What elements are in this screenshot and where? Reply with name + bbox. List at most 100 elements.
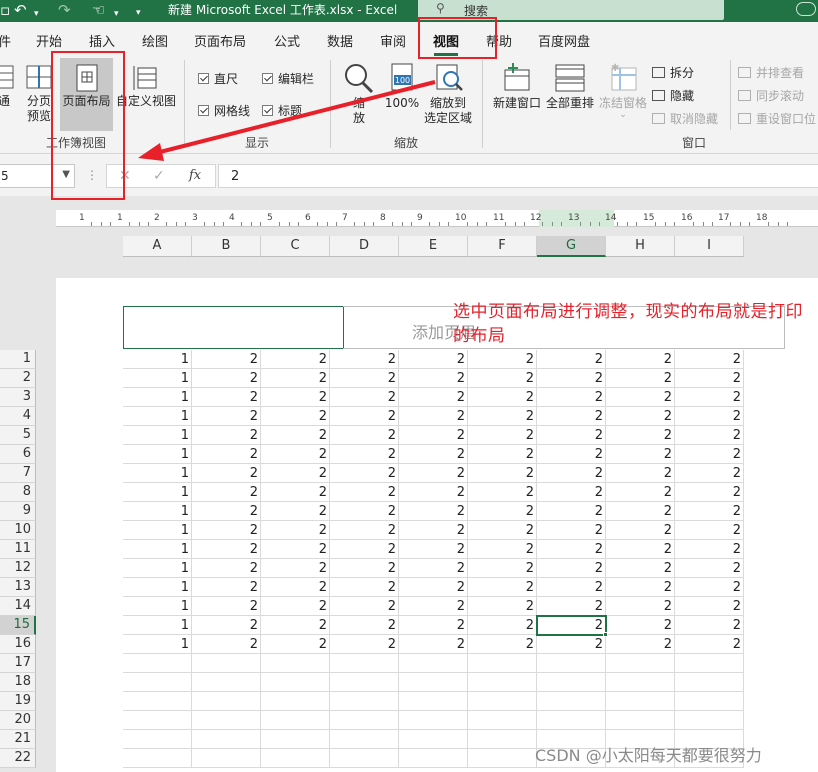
cell-F10[interactable]: 2 [468, 521, 537, 540]
cell-D15[interactable]: 2 [330, 616, 399, 635]
touch-mode-icon[interactable]: ☜ [92, 1, 105, 19]
cell-H6[interactable]: 2 [606, 445, 675, 464]
cell-E10[interactable]: 2 [399, 521, 468, 540]
reset-window-position-button[interactable]: 重设窗口位 [738, 110, 816, 127]
cell-A21[interactable] [123, 730, 192, 749]
column-header-H[interactable]: H [606, 236, 675, 257]
cell-H9[interactable]: 2 [606, 502, 675, 521]
cell-H14[interactable]: 2 [606, 597, 675, 616]
cell-D18[interactable] [330, 673, 399, 692]
cell-E13[interactable]: 2 [399, 578, 468, 597]
cell-I11[interactable]: 2 [675, 540, 744, 559]
new-window-button[interactable]: 新建窗口 [490, 62, 544, 111]
cell-H1[interactable]: 2 [606, 350, 675, 369]
cell-H17[interactable] [606, 654, 675, 673]
cell-A3[interactable]: 1 [123, 388, 192, 407]
cell-D21[interactable] [330, 730, 399, 749]
zoom-100-button[interactable]: 100 100% [384, 62, 420, 111]
cell-H11[interactable]: 2 [606, 540, 675, 559]
cell-D1[interactable]: 2 [330, 350, 399, 369]
cell-G4[interactable]: 2 [537, 407, 606, 426]
cell-C9[interactable]: 2 [261, 502, 330, 521]
cell-C8[interactable]: 2 [261, 483, 330, 502]
tab-1[interactable]: 开始 [36, 31, 62, 50]
row-header-1[interactable]: 1 [0, 350, 36, 369]
cell-D20[interactable] [330, 711, 399, 730]
row-header-3[interactable]: 3 [0, 388, 36, 407]
cell-D6[interactable]: 2 [330, 445, 399, 464]
cell-I7[interactable]: 2 [675, 464, 744, 483]
cell-A15[interactable]: 1 [123, 616, 192, 635]
cell-F2[interactable]: 2 [468, 369, 537, 388]
cell-I15[interactable]: 2 [675, 616, 744, 635]
cell-C11[interactable]: 2 [261, 540, 330, 559]
cell-B11[interactable]: 2 [192, 540, 261, 559]
cell-E11[interactable]: 2 [399, 540, 468, 559]
cell-D2[interactable]: 2 [330, 369, 399, 388]
cell-C13[interactable]: 2 [261, 578, 330, 597]
cell-C21[interactable] [261, 730, 330, 749]
undo-dropdown-icon[interactable]: ▾ [34, 5, 39, 23]
cell-E19[interactable] [399, 692, 468, 711]
cell-D11[interactable]: 2 [330, 540, 399, 559]
cell-E7[interactable]: 2 [399, 464, 468, 483]
cell-C14[interactable]: 2 [261, 597, 330, 616]
cell-I6[interactable]: 2 [675, 445, 744, 464]
cell-I2[interactable]: 2 [675, 369, 744, 388]
cell-G10[interactable]: 2 [537, 521, 606, 540]
split-button[interactable]: 拆分 [652, 64, 694, 81]
column-header-D[interactable]: D [330, 236, 399, 257]
cell-C15[interactable]: 2 [261, 616, 330, 635]
cell-D10[interactable]: 2 [330, 521, 399, 540]
cell-E9[interactable]: 2 [399, 502, 468, 521]
cell-B10[interactable]: 2 [192, 521, 261, 540]
account-icon[interactable] [796, 2, 816, 16]
cell-B15[interactable]: 2 [192, 616, 261, 635]
cell-E16[interactable]: 2 [399, 635, 468, 654]
cell-C12[interactable]: 2 [261, 559, 330, 578]
cell-I18[interactable] [675, 673, 744, 692]
cell-I3[interactable]: 2 [675, 388, 744, 407]
cell-F20[interactable] [468, 711, 537, 730]
cell-H3[interactable]: 2 [606, 388, 675, 407]
hide-button[interactable]: 隐藏 [652, 87, 694, 104]
row-header-11[interactable]: 11 [0, 540, 36, 559]
cell-E15[interactable]: 2 [399, 616, 468, 635]
cell-D22[interactable] [330, 749, 399, 768]
column-header-G[interactable]: G [537, 236, 606, 257]
save-icon[interactable]: ▫ [0, 1, 10, 19]
cell-F12[interactable]: 2 [468, 559, 537, 578]
cell-G5[interactable]: 2 [537, 426, 606, 445]
cell-F19[interactable] [468, 692, 537, 711]
formula-bar-checkbox[interactable]: 编辑栏 [262, 70, 314, 87]
tab-0[interactable]: 件 [0, 31, 11, 50]
row-header-13[interactable]: 13 [0, 578, 36, 597]
cell-D14[interactable]: 2 [330, 597, 399, 616]
tab-7[interactable]: 审阅 [380, 31, 406, 50]
cell-C22[interactable] [261, 749, 330, 768]
cell-H18[interactable] [606, 673, 675, 692]
cell-G1[interactable]: 2 [537, 350, 606, 369]
cell-G3[interactable]: 2 [537, 388, 606, 407]
cell-B3[interactable]: 2 [192, 388, 261, 407]
cell-I9[interactable]: 2 [675, 502, 744, 521]
cell-F14[interactable]: 2 [468, 597, 537, 616]
column-header-B[interactable]: B [192, 236, 261, 257]
cell-B4[interactable]: 2 [192, 407, 261, 426]
cell-F15[interactable]: 2 [468, 616, 537, 635]
row-header-8[interactable]: 8 [0, 483, 36, 502]
cell-H13[interactable]: 2 [606, 578, 675, 597]
cell-H7[interactable]: 2 [606, 464, 675, 483]
cell-C17[interactable] [261, 654, 330, 673]
touch-dropdown-icon[interactable]: ▾ [114, 5, 119, 23]
gridlines-checkbox[interactable]: 网格线 [198, 102, 250, 119]
cell-G7[interactable]: 2 [537, 464, 606, 483]
cell-G17[interactable] [537, 654, 606, 673]
normal-view-button[interactable]: 通 [0, 64, 14, 109]
freeze-panes-button[interactable]: ✱ 冻结窗格 ⌄ [596, 62, 650, 120]
sync-scroll-button[interactable]: 同步滚动 [738, 87, 804, 104]
cell-F6[interactable]: 2 [468, 445, 537, 464]
cell-F9[interactable]: 2 [468, 502, 537, 521]
row-header-9[interactable]: 9 [0, 502, 36, 521]
column-header-F[interactable]: F [468, 236, 537, 257]
